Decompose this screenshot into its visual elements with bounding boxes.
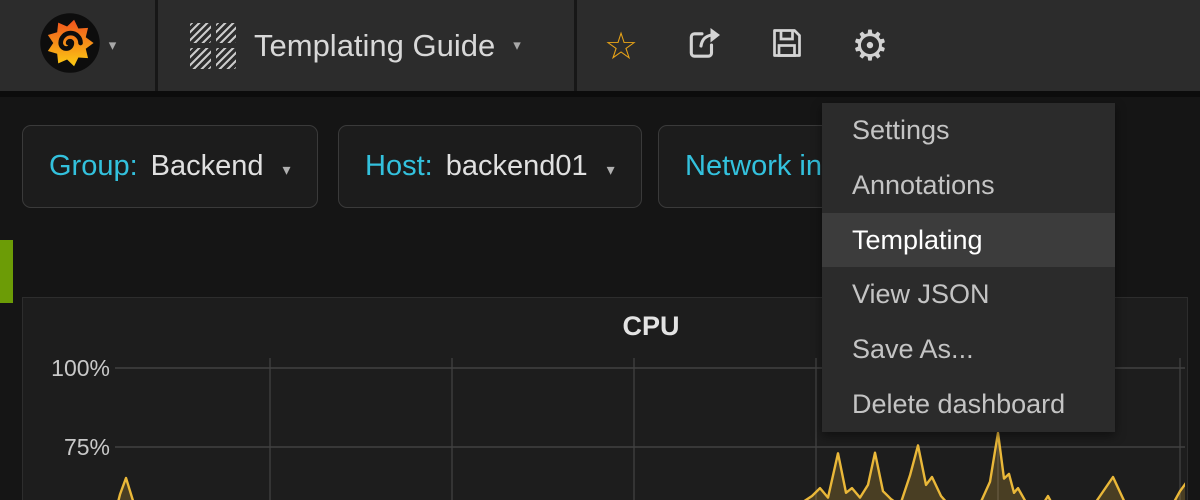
variable-value: Backend bbox=[151, 150, 264, 183]
variable-selector-group[interactable]: Group: Backend ▾ bbox=[22, 125, 318, 208]
star-icon: ☆ bbox=[604, 27, 638, 65]
variable-label: Network in bbox=[685, 150, 822, 183]
variable-selector-host[interactable]: Host: backend01 ▾ bbox=[338, 125, 642, 208]
grafana-logo-menu[interactable]: ▾ bbox=[0, 0, 158, 91]
top-navbar: ▾ Templating Guide ▾ ☆ bbox=[0, 0, 1200, 97]
variable-value: backend01 bbox=[446, 150, 588, 183]
gear-icon: ⚙ bbox=[851, 25, 889, 67]
menu-item-delete-dashboard[interactable]: Delete dashboard bbox=[822, 377, 1115, 432]
chevron-down-icon: ▾ bbox=[607, 160, 615, 180]
dashboard-icon bbox=[190, 23, 236, 69]
menu-item-settings[interactable]: Settings bbox=[822, 103, 1115, 158]
variable-label: Host: bbox=[365, 150, 433, 183]
navbar-actions: ☆ ⚙ bbox=[603, 26, 888, 66]
y-axis-tick-100: 100% bbox=[40, 355, 110, 382]
menu-item-view-json[interactable]: View JSON bbox=[822, 267, 1115, 322]
settings-dropdown-menu: Settings Annotations Templating View JSO… bbox=[822, 103, 1115, 432]
dashboard-title-dropdown[interactable]: Templating Guide ▾ bbox=[158, 0, 577, 91]
star-dashboard-button[interactable]: ☆ bbox=[603, 26, 639, 66]
row-color-strip[interactable] bbox=[0, 240, 13, 303]
chevron-down-icon: ▾ bbox=[283, 160, 291, 180]
dashboard-settings-button[interactable]: ⚙ bbox=[852, 26, 888, 66]
menu-item-save-as[interactable]: Save As... bbox=[822, 322, 1115, 377]
dashboard-title: Templating Guide bbox=[254, 28, 495, 64]
y-axis-tick-75: 75% bbox=[40, 434, 110, 461]
grafana-logo-icon bbox=[39, 12, 101, 79]
menu-item-templating[interactable]: Templating bbox=[822, 213, 1115, 268]
title-dropdown-caret-icon: ▾ bbox=[513, 38, 521, 53]
share-dashboard-button[interactable] bbox=[686, 26, 722, 66]
share-icon bbox=[687, 26, 722, 65]
save-icon bbox=[771, 27, 803, 64]
variable-label: Group: bbox=[49, 150, 138, 183]
menu-item-annotations[interactable]: Annotations bbox=[822, 158, 1115, 213]
save-dashboard-button[interactable] bbox=[769, 26, 805, 66]
logo-dropdown-caret-icon: ▾ bbox=[109, 38, 117, 53]
